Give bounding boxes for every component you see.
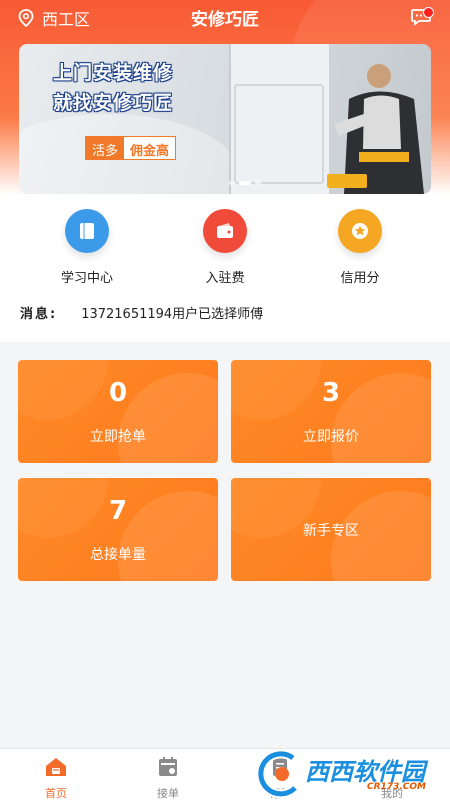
banner-tag-more-jobs: 活多 (86, 137, 125, 159)
carousel-dot-active (239, 181, 251, 185)
tab-label: 首页 (45, 787, 67, 800)
quick-menu-study-center[interactable]: 学习中心 (37, 209, 137, 286)
tab-accept-orders[interactable]: 接单 (128, 755, 208, 800)
news-label: 消息: (20, 307, 58, 322)
quick-menu-label: 学习中心 (60, 271, 113, 286)
news-text: 13721651194用户已选择师傅 (81, 307, 264, 322)
tab-label: 接单 (157, 787, 179, 800)
book-icon (65, 209, 109, 253)
wallet-icon (203, 209, 247, 253)
card-label: 总接单量 (90, 547, 146, 563)
unread-badge (423, 7, 434, 18)
card-count: 3 (321, 378, 341, 408)
card-label: 立即报价 (303, 429, 359, 445)
news-ticker[interactable]: 消息: 13721651194用户已选择师傅 (20, 303, 263, 322)
promo-banner[interactable]: 上门安装维修 就找安修巧匠 活多 佣金高 (19, 44, 431, 194)
carousel-dot (255, 181, 261, 185)
banner-cabinet-door (234, 84, 324, 184)
carousel-indicator (229, 181, 261, 185)
tab-home[interactable]: 首页 (16, 755, 96, 800)
quick-menu-section: 学习中心 入驻费 信用分 消息: 13721651194用户已选择师傅 (0, 195, 450, 342)
quick-menu-entry-fee[interactable]: 入驻费 (175, 209, 275, 286)
banner-tag-high-commission: 佣金高 (124, 137, 176, 159)
calendar-icon (156, 755, 180, 779)
watermark: 西西软件园 CR173.COM (255, 748, 435, 800)
banner-headline: 上门安装维修 (53, 62, 174, 84)
worker-illustration (327, 64, 424, 194)
card-grab-order[interactable]: 0 立即抢单 (18, 360, 218, 463)
watermark-url: CR173.COM (367, 782, 426, 792)
card-label: 立即抢单 (90, 429, 146, 445)
watermark-logo-icon (256, 750, 299, 798)
page-title: 安修巧匠 (191, 10, 259, 30)
quick-menu-label: 入驻费 (205, 271, 245, 286)
card-quote-now[interactable]: 3 立即报价 (231, 360, 431, 463)
home-icon (44, 755, 68, 779)
card-total-orders[interactable]: 7 总接单量 (18, 478, 218, 581)
quick-menu-credit-score[interactable]: 信用分 (310, 209, 410, 286)
banner-subheadline: 就找安修巧匠 (53, 92, 174, 114)
card-count: 0 (108, 378, 128, 408)
star-icon (338, 209, 382, 253)
top-bar: 西工区 安修巧匠 (0, 0, 450, 36)
banner-tags: 活多 佣金高 (85, 136, 177, 160)
card-label: 新手专区 (303, 523, 359, 539)
card-count: 7 (108, 496, 128, 526)
quick-menu-label: 信用分 (340, 271, 380, 286)
card-newbie-zone[interactable]: 新手专区 (231, 478, 431, 581)
carousel-dot (229, 181, 235, 185)
